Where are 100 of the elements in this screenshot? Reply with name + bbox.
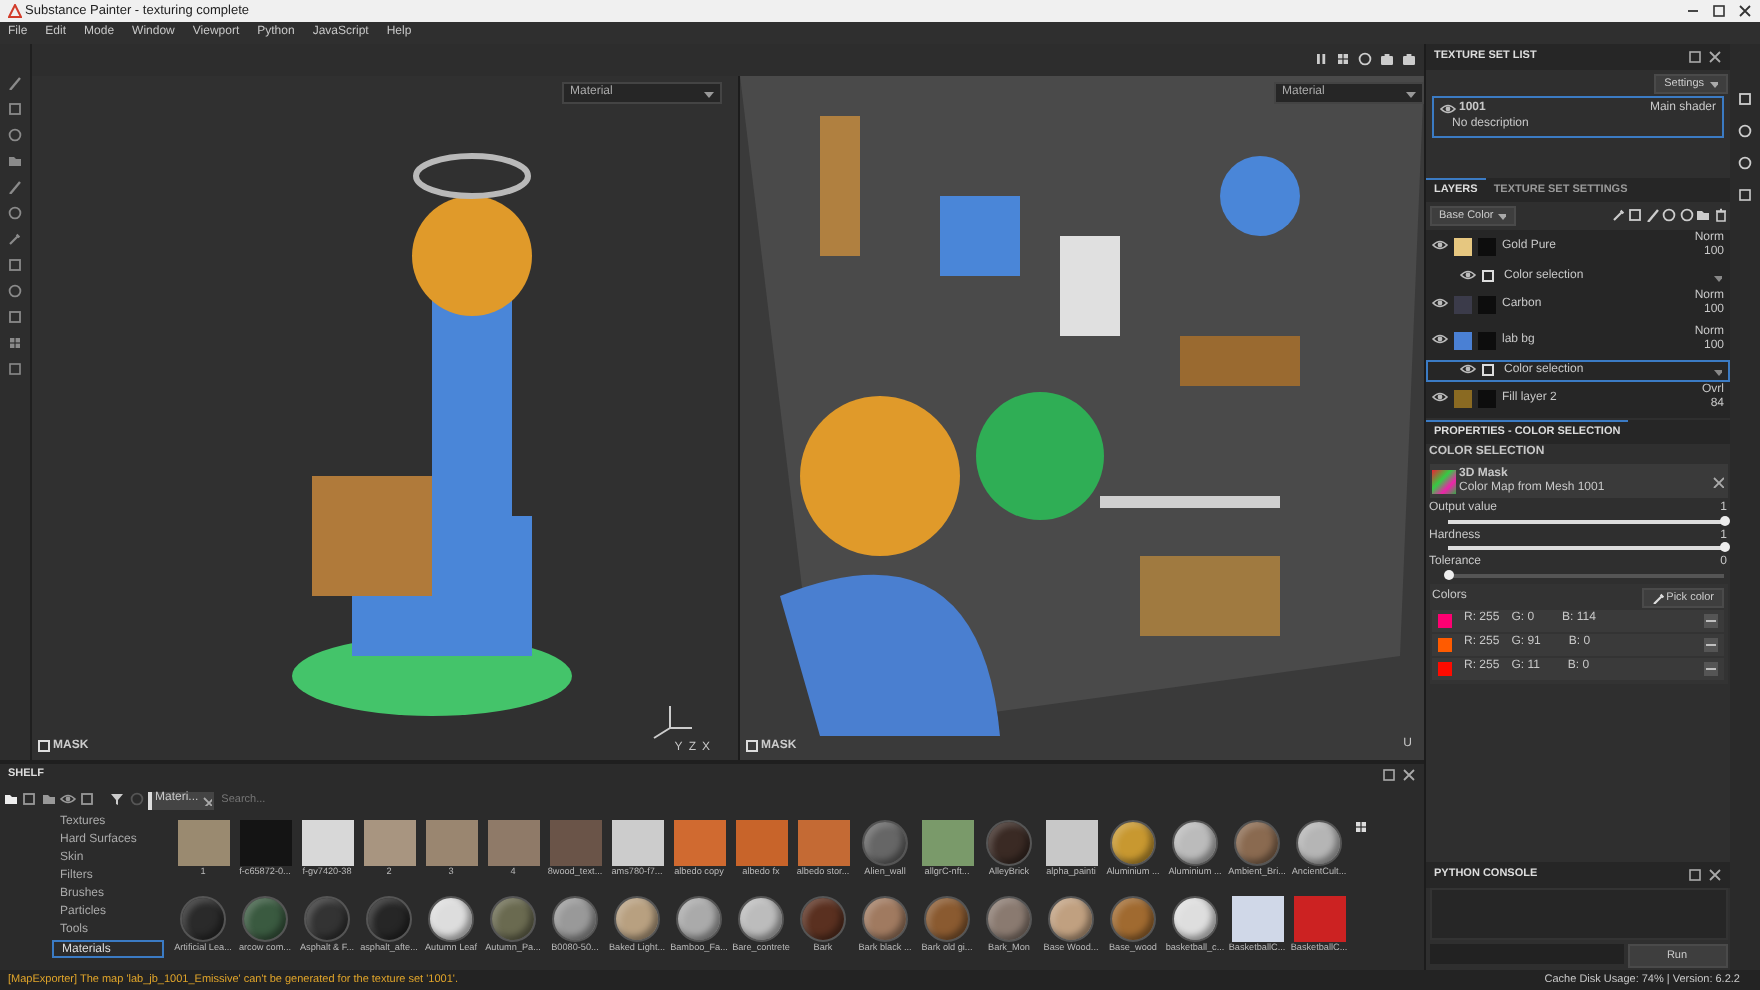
texture-thumbnail[interactable] xyxy=(611,820,663,866)
square-icon[interactable] xyxy=(22,792,38,808)
remove-icon[interactable] xyxy=(1704,613,1718,627)
material-sphere-thumbnail[interactable] xyxy=(738,896,784,942)
material-sphere-thumbnail[interactable] xyxy=(1172,820,1218,866)
texture-thumbnail[interactable] xyxy=(301,820,353,866)
pause-icon[interactable] xyxy=(1314,52,1330,68)
texture-thumbnail[interactable] xyxy=(1045,820,1097,866)
texture-thumbnail[interactable] xyxy=(921,820,973,866)
material-sphere-thumbnail[interactable] xyxy=(552,896,598,942)
texture-thumbnail[interactable] xyxy=(425,820,477,866)
close-icon[interactable] xyxy=(1402,768,1416,782)
texture-thumbnail[interactable] xyxy=(363,820,415,866)
square-icon[interactable] xyxy=(79,792,95,808)
mask-checkbox[interactable] xyxy=(38,740,50,753)
texture-thumbnail[interactable] xyxy=(177,820,229,866)
eye-icon[interactable] xyxy=(1460,362,1476,379)
sphere-icon[interactable] xyxy=(1679,208,1693,223)
effect-checkbox[interactable] xyxy=(1482,270,1494,283)
texture-thumbnail[interactable] xyxy=(797,820,849,866)
grid-icon[interactable] xyxy=(8,336,22,350)
material-sphere-thumbnail[interactable] xyxy=(490,896,536,942)
filter-icon[interactable] xyxy=(110,792,126,808)
eye-icon[interactable] xyxy=(1440,102,1456,118)
caret-icon[interactable] xyxy=(1712,365,1722,376)
remove-icon[interactable] xyxy=(1704,637,1718,651)
circle-icon[interactable] xyxy=(8,206,22,220)
dropper-icon[interactable] xyxy=(8,232,22,246)
texture-thumbnail[interactable] xyxy=(549,820,601,866)
slider-handle[interactable] xyxy=(1720,542,1730,553)
folder-icon[interactable] xyxy=(3,792,19,808)
dropper-icon[interactable] xyxy=(1611,208,1625,223)
folder-icon[interactable] xyxy=(1696,208,1710,223)
material-sphere-thumbnail[interactable] xyxy=(1110,820,1156,866)
texture-thumbnail[interactable] xyxy=(673,820,725,866)
material-sphere-thumbnail[interactable] xyxy=(428,896,474,942)
camera-icon[interactable] xyxy=(1380,52,1396,68)
material-sphere-thumbnail[interactable] xyxy=(304,896,350,942)
material-sphere-thumbnail[interactable] xyxy=(366,896,412,942)
eye-icon[interactable] xyxy=(1432,332,1448,349)
square-icon[interactable] xyxy=(8,310,22,324)
float-icon[interactable] xyxy=(1688,868,1702,882)
trash-icon[interactable] xyxy=(1713,208,1727,223)
app-logo-icon xyxy=(8,4,22,18)
float-icon[interactable] xyxy=(1382,768,1396,782)
float-icon[interactable] xyxy=(1688,50,1702,64)
material-sphere-thumbnail[interactable] xyxy=(180,896,226,942)
material-sphere-thumbnail[interactable] xyxy=(862,820,908,866)
brush-icon[interactable] xyxy=(8,180,22,194)
caret-icon xyxy=(1404,87,1416,100)
slider-handle[interactable] xyxy=(1443,570,1453,580)
close-icon[interactable] xyxy=(1708,868,1722,882)
texture-thumbnail[interactable] xyxy=(1293,896,1345,942)
eye-icon[interactable] xyxy=(1460,268,1476,285)
material-sphere-thumbnail[interactable] xyxy=(1296,820,1342,866)
grid-view-icon[interactable] xyxy=(1353,820,1371,838)
material-sphere-thumbnail[interactable] xyxy=(1048,896,1094,942)
material-sphere-thumbnail[interactable] xyxy=(614,896,660,942)
circle-icon[interactable] xyxy=(8,284,22,298)
camera-icon[interactable] xyxy=(1402,52,1418,68)
brush-icon[interactable] xyxy=(1645,208,1659,223)
eye-icon[interactable] xyxy=(1432,238,1448,255)
remove-icon[interactable] xyxy=(1704,661,1718,675)
material-sphere-thumbnail[interactable] xyxy=(242,896,288,942)
mask-thumbnail xyxy=(1478,237,1496,256)
material-sphere-thumbnail[interactable] xyxy=(924,896,970,942)
mask-map-thumbnail xyxy=(1432,469,1456,494)
material-sphere-thumbnail[interactable] xyxy=(986,896,1032,942)
texture-thumbnail[interactable] xyxy=(1231,896,1283,942)
square-icon[interactable] xyxy=(1737,188,1753,204)
slider-handle[interactable] xyxy=(1720,515,1730,526)
material-sphere-thumbnail[interactable] xyxy=(1234,820,1280,866)
square-icon[interactable] xyxy=(8,258,22,272)
circle-icon[interactable] xyxy=(8,128,22,142)
material-sphere-thumbnail[interactable] xyxy=(862,896,908,942)
material-sphere-thumbnail[interactable] xyxy=(800,896,846,942)
material-sphere-thumbnail[interactable] xyxy=(1172,896,1218,942)
close-icon[interactable] xyxy=(1712,475,1724,488)
close-icon[interactable] xyxy=(1708,50,1722,64)
brush-icon[interactable] xyxy=(8,76,22,90)
material-sphere-thumbnail[interactable] xyxy=(986,820,1032,866)
eye-icon[interactable] xyxy=(1432,296,1448,313)
minimize-icon[interactable] xyxy=(1686,4,1700,18)
float-icon[interactable] xyxy=(8,362,22,376)
material-sphere-thumbnail[interactable] xyxy=(1110,896,1156,942)
mask-checkbox[interactable] xyxy=(746,740,758,753)
grid-icon[interactable] xyxy=(1336,52,1352,68)
square-icon[interactable] xyxy=(1628,208,1642,223)
maximize-icon[interactable] xyxy=(1712,4,1726,18)
effect-checkbox[interactable] xyxy=(1482,364,1494,377)
eye-icon[interactable] xyxy=(1432,390,1448,407)
eye-icon[interactable] xyxy=(60,792,76,808)
folder-icon[interactable] xyxy=(41,792,57,808)
axis-gizmo-drawing xyxy=(653,705,693,739)
texture-thumbnail[interactable] xyxy=(487,820,539,866)
texture-thumbnail[interactable] xyxy=(735,820,787,866)
sphere-icon[interactable] xyxy=(1358,52,1374,68)
material-sphere-thumbnail[interactable] xyxy=(676,896,722,942)
caret-icon[interactable] xyxy=(1712,271,1722,282)
close-icon[interactable] xyxy=(1738,4,1752,18)
